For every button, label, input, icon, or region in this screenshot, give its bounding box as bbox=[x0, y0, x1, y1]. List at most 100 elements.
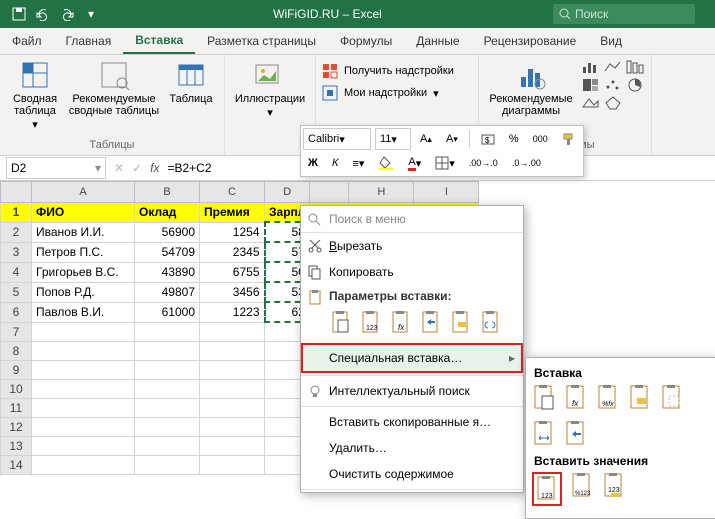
paste-transpose-icon[interactable] bbox=[419, 309, 443, 337]
pivot-table-button[interactable]: Сводная таблица▾ bbox=[6, 59, 64, 131]
paste-values-numfmt-icon[interactable]: %123 bbox=[570, 472, 594, 500]
recommended-pivot-button[interactable]: Рекомендуемые сводные таблицы bbox=[68, 59, 160, 131]
menu-delete[interactable]: Удалить… bbox=[301, 435, 523, 461]
ribbon-group-label: Таблицы bbox=[90, 139, 135, 151]
col-header[interactable]: C bbox=[200, 182, 265, 203]
mini-toolbar: Calibri ▾ 11 ▾ A▴ A▾ $ % 000 Ж К ≡▾ A▾ ▾… bbox=[300, 125, 584, 177]
cancel-icon[interactable]: ✕ bbox=[114, 161, 124, 175]
paste-link-icon[interactable] bbox=[479, 309, 503, 337]
align-icon[interactable]: ≡▾ bbox=[347, 152, 369, 174]
redo-icon[interactable] bbox=[56, 3, 78, 25]
tab-data[interactable]: Данные bbox=[404, 28, 471, 54]
ribbon-tabs: Файл Главная Вставка Разметка страницы Ф… bbox=[0, 28, 715, 55]
rec-charts-icon bbox=[515, 59, 547, 91]
chart-type-bar[interactable] bbox=[581, 59, 601, 75]
svg-text:123: 123 bbox=[608, 487, 620, 494]
paste-formulas-format-icon[interactable]: %fx bbox=[596, 384, 620, 412]
tab-home[interactable]: Главная bbox=[54, 28, 124, 54]
undo-icon[interactable] bbox=[32, 3, 54, 25]
fill-color-icon[interactable] bbox=[373, 152, 399, 174]
table-icon bbox=[175, 59, 207, 91]
paste-values-highlight: 123 bbox=[532, 472, 562, 506]
col-header[interactable]: B bbox=[135, 182, 200, 203]
menu-copy[interactable]: Копировать bbox=[301, 259, 523, 285]
illustrations-button[interactable]: Иллюстрации▾ bbox=[231, 59, 309, 119]
submenu-paste-heading: Вставка bbox=[534, 366, 710, 380]
col-header[interactable]: H bbox=[349, 182, 414, 203]
col-header[interactable]: D bbox=[265, 182, 310, 203]
borders-icon[interactable]: ▾ bbox=[430, 152, 460, 174]
save-icon[interactable] bbox=[8, 3, 30, 25]
chart-type-surface[interactable] bbox=[581, 95, 601, 111]
tab-file[interactable]: Файл bbox=[0, 28, 54, 54]
paste-formulas-icon[interactable]: fx bbox=[389, 309, 413, 337]
fx-icon[interactable]: fx bbox=[150, 161, 159, 175]
illustrations-icon bbox=[254, 59, 286, 91]
qat-dropdown-icon[interactable]: ▾ bbox=[80, 3, 102, 25]
title-bar: ▾ WiFiGID.RU – Excel Поиск bbox=[0, 0, 715, 28]
recommended-charts-button[interactable]: Рекомендуемые диаграммы bbox=[485, 59, 577, 117]
menu-clear[interactable]: Очистить содержимое bbox=[301, 461, 523, 487]
tab-view[interactable]: Вид bbox=[588, 28, 634, 54]
decrease-decimal-icon[interactable]: .0→.00 bbox=[507, 152, 546, 174]
bulb-icon bbox=[307, 383, 323, 399]
search-box[interactable]: Поиск bbox=[553, 4, 695, 24]
chart-type-pie[interactable] bbox=[625, 77, 645, 93]
my-addins-button[interactable]: Мои надстройки ▾ bbox=[322, 85, 439, 101]
chart-type-line[interactable] bbox=[603, 59, 623, 75]
bold-icon[interactable]: Ж bbox=[303, 152, 323, 174]
pivot-table-icon bbox=[19, 59, 51, 91]
col-header[interactable] bbox=[310, 182, 349, 203]
menu-cut[interactable]: ВВырезатьырезать bbox=[301, 233, 523, 259]
grow-font-icon[interactable]: A▴ bbox=[415, 128, 437, 150]
chart-type-hist[interactable] bbox=[625, 59, 645, 75]
submenu-values-heading: Вставить значения bbox=[534, 454, 710, 468]
tab-insert[interactable]: Вставка bbox=[123, 28, 195, 54]
menu-smart-lookup[interactable]: Интеллектуальный поиск bbox=[301, 378, 523, 404]
paste-col-width-icon[interactable] bbox=[532, 420, 556, 448]
svg-text:%123: %123 bbox=[575, 491, 591, 497]
accounting-icon[interactable]: $ bbox=[476, 128, 500, 150]
italic-icon[interactable]: К bbox=[327, 152, 343, 174]
paste-values-only-icon[interactable]: 123 bbox=[535, 475, 559, 503]
tab-layout[interactable]: Разметка страницы bbox=[195, 28, 328, 54]
percent-icon[interactable]: % bbox=[504, 128, 524, 150]
svg-text:%fx: %fx bbox=[602, 401, 614, 408]
tab-review[interactable]: Рецензирование bbox=[472, 28, 589, 54]
chart-type-scatter[interactable] bbox=[603, 77, 623, 93]
paste-keep-source-icon[interactable] bbox=[628, 384, 652, 412]
paste-all-icon[interactable] bbox=[532, 384, 556, 412]
get-addins-button[interactable]: Получить надстройки bbox=[322, 63, 454, 79]
formula-bar[interactable]: =B2+C2 bbox=[159, 161, 211, 175]
table-button[interactable]: Таблица bbox=[164, 59, 218, 131]
copy-icon bbox=[307, 264, 323, 280]
chart-type-treemap[interactable] bbox=[581, 77, 601, 93]
font-color-icon[interactable]: A▾ bbox=[403, 152, 426, 174]
format-painter-icon[interactable] bbox=[557, 128, 581, 150]
paste-all-icon[interactable] bbox=[329, 309, 353, 337]
name-box[interactable]: D2▾ bbox=[6, 157, 106, 179]
paste-transpose-icon[interactable] bbox=[564, 420, 588, 448]
menu-search[interactable]: Поиск в меню bbox=[301, 206, 523, 233]
font-combo[interactable]: Calibri ▾ bbox=[303, 128, 371, 150]
confirm-icon[interactable]: ✓ bbox=[132, 161, 142, 175]
paste-options-row: 123 fx bbox=[301, 305, 523, 343]
shrink-font-icon[interactable]: A▾ bbox=[441, 128, 463, 150]
tab-formulas[interactable]: Формулы bbox=[328, 28, 404, 54]
paste-values-icon[interactable]: 123 bbox=[359, 309, 383, 337]
paste-values-srcfmt-icon[interactable]: 123 bbox=[602, 472, 626, 500]
rec-pivot-icon bbox=[98, 59, 130, 91]
increase-decimal-icon[interactable]: .00→.0 bbox=[464, 152, 503, 174]
paste-no-borders-icon[interactable] bbox=[660, 384, 684, 412]
chart-type-radar[interactable] bbox=[603, 95, 623, 111]
comma-icon[interactable]: 000 bbox=[528, 128, 553, 150]
paste-formatting-icon[interactable] bbox=[449, 309, 473, 337]
paste-formulas-icon[interactable]: fx bbox=[564, 384, 588, 412]
menu-insert-copied[interactable]: Вставить скопированные я… bbox=[301, 409, 523, 435]
svg-text:fx: fx bbox=[572, 399, 579, 408]
menu-paste-special[interactable]: Специальная вставка…▸ bbox=[301, 343, 523, 373]
col-header[interactable]: I bbox=[414, 182, 479, 203]
col-header[interactable]: A bbox=[32, 182, 135, 203]
size-combo[interactable]: 11 ▾ bbox=[375, 128, 411, 150]
search-icon bbox=[559, 8, 571, 20]
